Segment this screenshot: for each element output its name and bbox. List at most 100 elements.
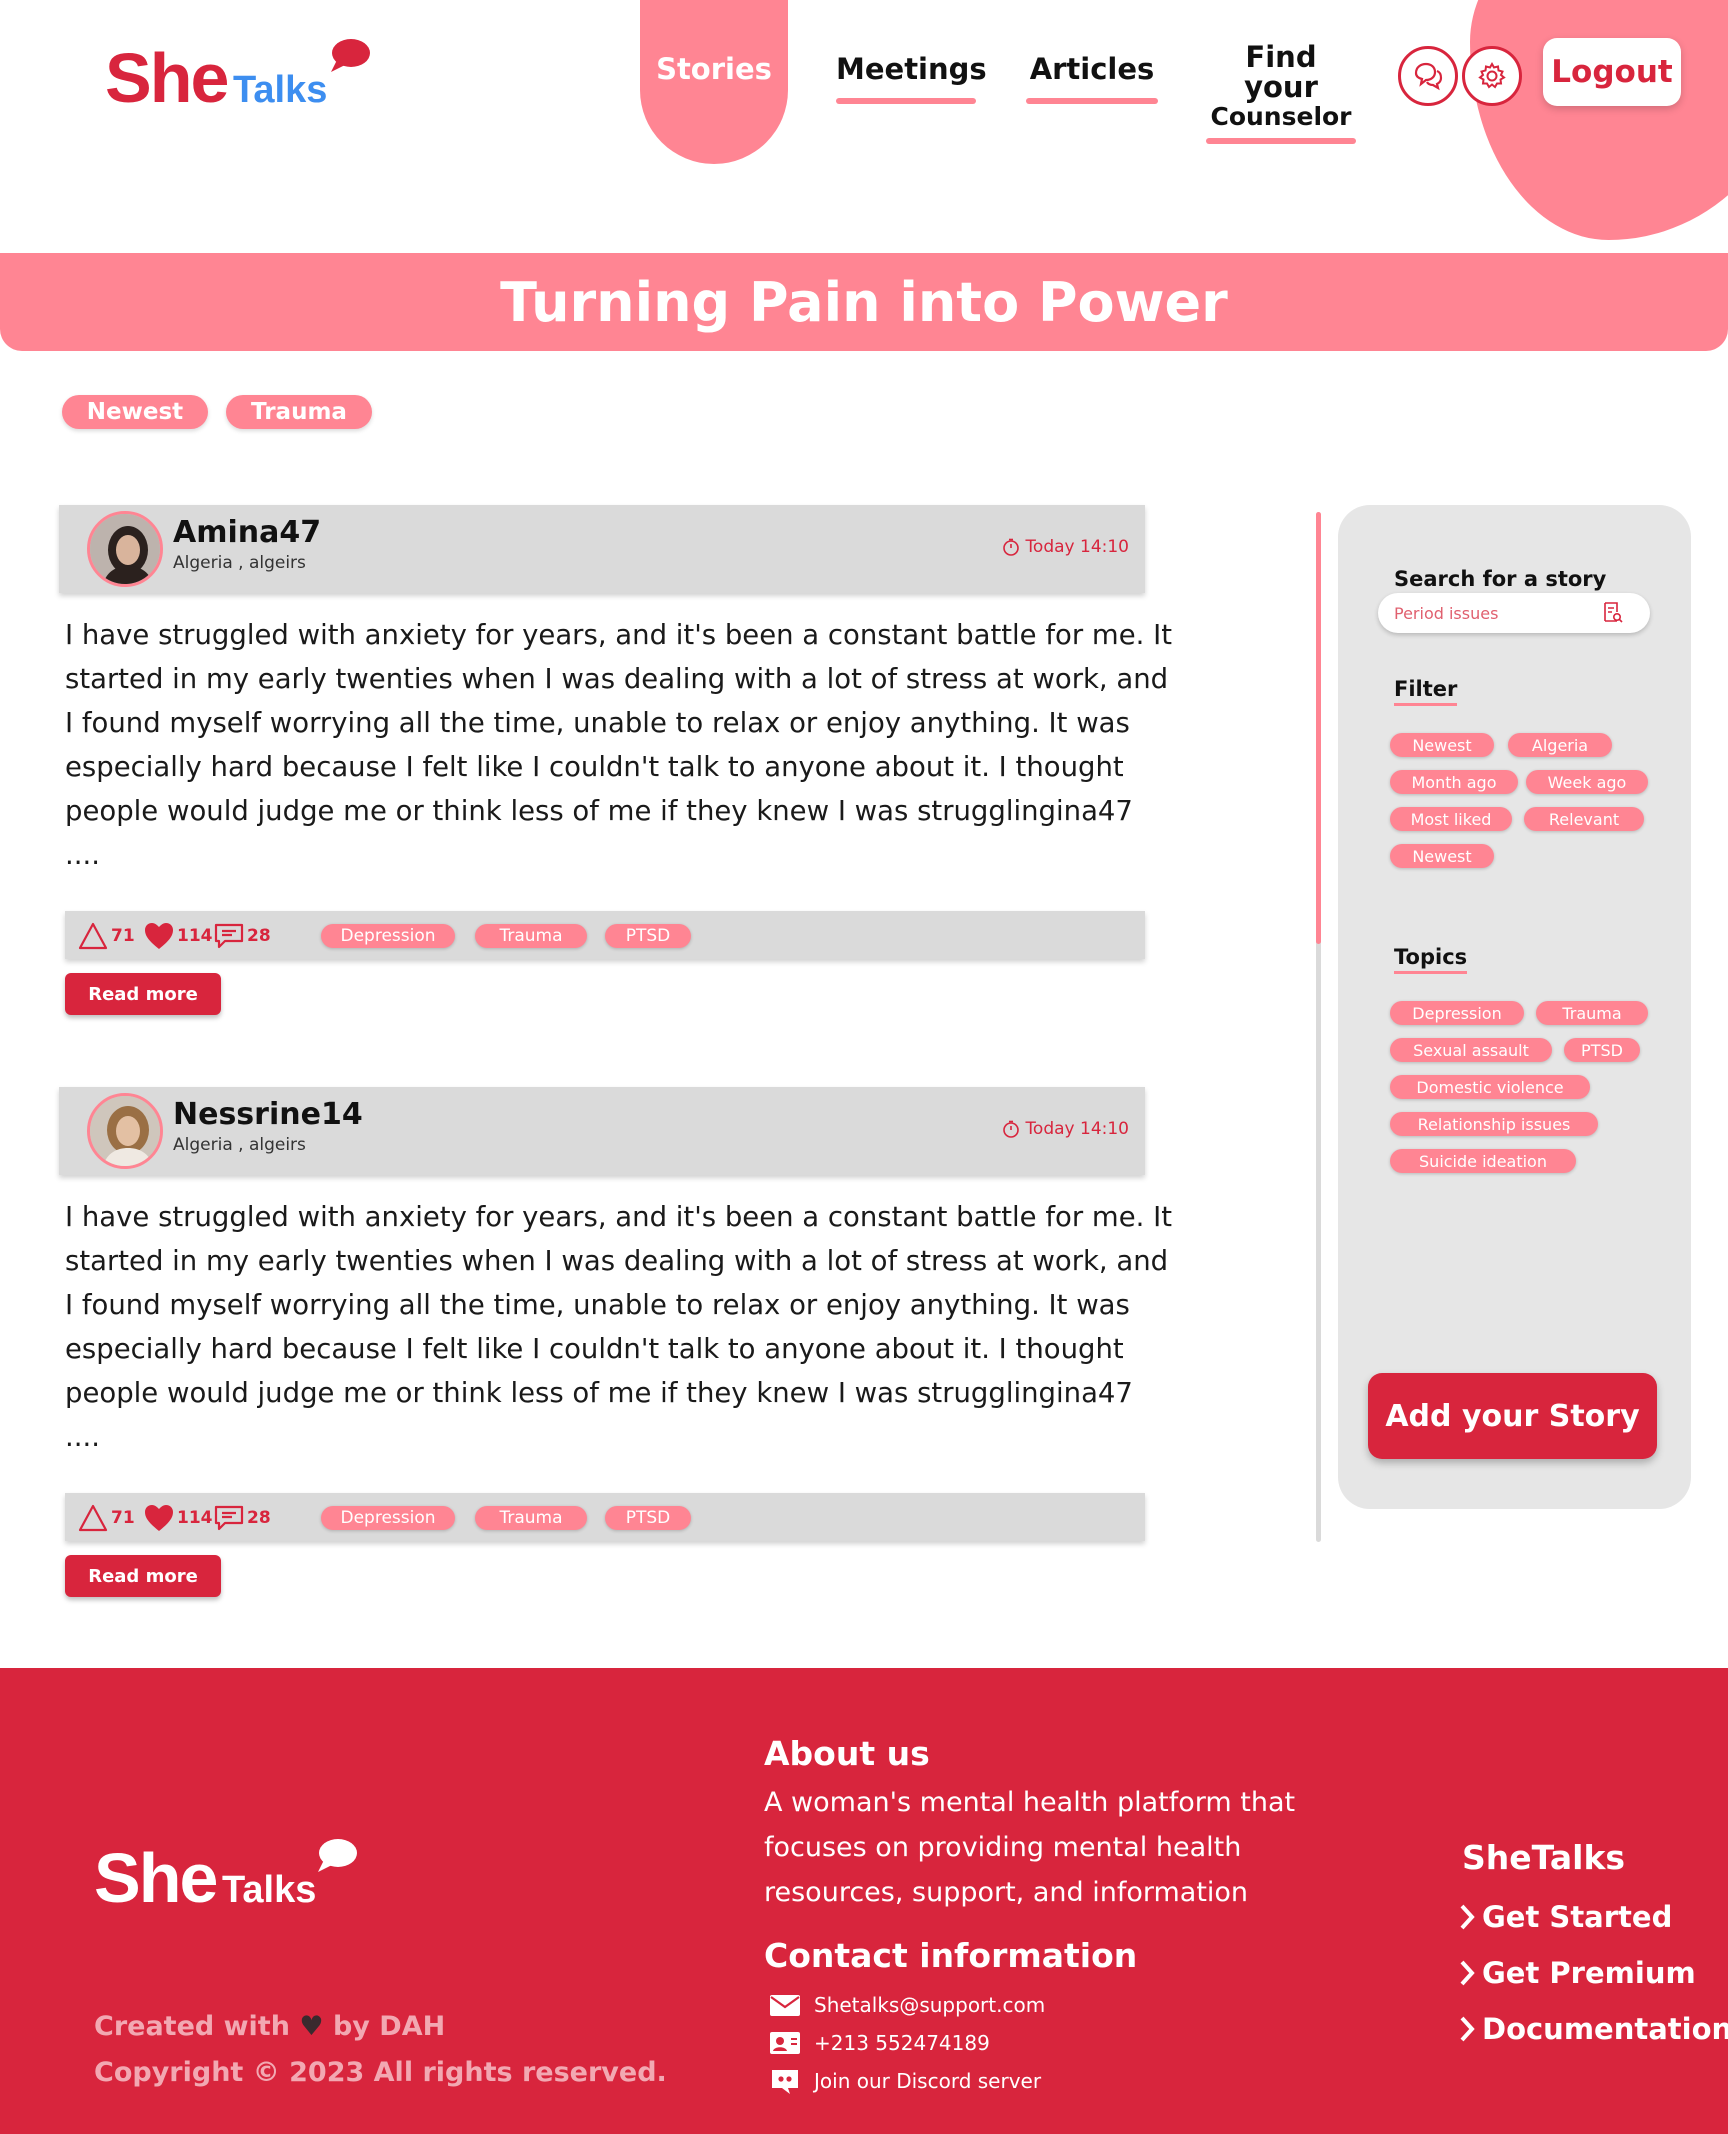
story-location: Algeria , algeirs [173, 553, 306, 573]
logo-talks-text: Talks [233, 69, 328, 111]
about-text: A woman's mental health platform that fo… [764, 1787, 1296, 1908]
story-body: I have struggled with anxiety for years,… [65, 619, 1172, 871]
shetalks-logo[interactable]: She Talks [105, 38, 375, 118]
comments-count: 28 [247, 926, 271, 946]
read-more-button[interactable]: Read more [65, 1555, 221, 1597]
nav-counselor-line1: Find your [1244, 40, 1318, 104]
discord-icon [772, 2070, 798, 2094]
footer-link-label: Documentation [1482, 2012, 1728, 2046]
sidebar-panel: Search for a story Filter Newest Algeria… [1338, 505, 1691, 1509]
footer-link-get-premium[interactable]: Get Premium [1456, 1956, 1696, 1990]
footer-logo[interactable]: She Talks [94, 1838, 374, 1928]
search-input[interactable] [1394, 601, 1604, 625]
support-triangle-icon [78, 922, 108, 950]
topic-pill-depression[interactable]: Depression [1390, 1001, 1524, 1025]
comment-icon [214, 1505, 244, 1531]
filter-pill-algeria[interactable]: Algeria [1508, 733, 1612, 757]
topic-pill-ptsd[interactable]: PTSD [1564, 1038, 1640, 1062]
nav-articles-label: Articles [1029, 52, 1155, 86]
story-tag[interactable]: Depression [321, 924, 455, 948]
likes-stat[interactable]: 114 [143, 921, 213, 951]
contact-phone-text: +213 552474189 [814, 2031, 990, 2055]
likes-count: 114 [177, 1508, 213, 1528]
scrollbar-thumb[interactable] [1316, 512, 1321, 944]
filter-pill-relevant[interactable]: Relevant [1524, 807, 1644, 831]
story-tag[interactable]: PTSD [605, 1506, 691, 1530]
contact-card-icon [770, 2032, 800, 2054]
support-triangle-icon [78, 1504, 108, 1532]
contact-discord[interactable]: Join our Discord server [768, 2066, 1041, 2096]
comments-count: 28 [247, 1508, 271, 1528]
support-stat[interactable]: 71 [77, 921, 135, 951]
nav-stories[interactable]: Stories [640, 52, 788, 86]
mail-icon [770, 1995, 800, 2016]
footer-link-documentation[interactable]: Documentation [1456, 2012, 1728, 2046]
heart-icon: ♥ [299, 2011, 324, 2042]
support-stat[interactable]: 71 [77, 1503, 135, 1533]
created-with-line: Created with ♥ by DAH [94, 2004, 667, 2050]
nav-stories-label: Stories [656, 52, 772, 86]
story-tag[interactable]: Trauma [475, 924, 587, 948]
add-story-button[interactable]: Add your Story [1368, 1373, 1657, 1459]
avatar[interactable] [87, 511, 163, 587]
story-body: I have struggled with anxiety for years,… [65, 1201, 1172, 1453]
search-box[interactable] [1378, 593, 1650, 633]
comment-icon [214, 923, 244, 949]
contact-email-text: Shetalks@support.com [814, 1993, 1046, 2017]
story-tag[interactable]: Trauma [475, 1506, 587, 1530]
about-title: About us [764, 1734, 930, 1773]
topic-pill-domestic-violence[interactable]: Domestic violence [1390, 1075, 1590, 1099]
topics-label: Topics [1394, 945, 1468, 974]
nav-meetings[interactable]: Meetings [836, 52, 987, 104]
nav-underline [1206, 138, 1356, 144]
comments-stat[interactable]: 28 [213, 921, 271, 951]
stories-scrollbar[interactable] [1316, 512, 1321, 1542]
story-header: Nessrine14 Algeria , algeirs Today 14:10 [59, 1087, 1145, 1175]
comments-stat[interactable]: 28 [213, 1503, 271, 1533]
search-document-icon[interactable] [1600, 601, 1624, 625]
story-stats-bar: 71 114 28 Depression Trauma PTSD [65, 911, 1145, 959]
topic-pill-suicide-ideation[interactable]: Suicide ideation [1390, 1149, 1576, 1173]
story-location: Algeria , algeirs [173, 1135, 306, 1155]
logo-she-text: She [105, 39, 229, 117]
decorative-corner-blob [1470, 0, 1728, 240]
nav-articles[interactable]: Articles [1026, 52, 1158, 104]
read-more-button[interactable]: Read more [65, 973, 221, 1015]
footer-credit: Created with ♥ by DAH Copyright © 2023 A… [94, 2004, 667, 2096]
footer-link-label: Get Started [1482, 1900, 1673, 1934]
support-count: 71 [111, 926, 135, 946]
filter-label: Filter [1394, 677, 1458, 706]
chat-button[interactable] [1398, 46, 1458, 106]
nav-find-counselor[interactable]: Find your Counselor [1206, 42, 1356, 144]
avatar-portrait-icon [90, 514, 160, 584]
settings-button[interactable] [1462, 46, 1522, 106]
filter-pill-week-ago[interactable]: Week ago [1526, 770, 1648, 794]
story-tag[interactable]: Depression [321, 1506, 455, 1530]
logout-button[interactable]: Logout [1543, 38, 1681, 106]
nav-underline [1026, 98, 1158, 104]
contact-email[interactable]: Shetalks@support.com [768, 1990, 1045, 2020]
filter-pill-newest[interactable]: Newest [1390, 844, 1494, 868]
chevron-right-icon [1460, 1960, 1475, 1986]
created-with-text: Created with [94, 2011, 290, 2042]
heart-icon [145, 923, 173, 949]
topic-pill-sexual-assault[interactable]: Sexual assault [1390, 1038, 1552, 1062]
story-author[interactable]: Nessrine14 [173, 1097, 363, 1132]
story-author[interactable]: Amina47 [173, 515, 321, 550]
filter-pill-most-liked[interactable]: Most liked [1390, 807, 1512, 831]
contact-phone[interactable]: +213 552474189 [768, 2028, 990, 2058]
topic-pill-trauma[interactable]: Trauma [1536, 1001, 1648, 1025]
footer-link-get-started[interactable]: Get Started [1456, 1900, 1672, 1934]
likes-stat[interactable]: 114 [143, 1503, 213, 1533]
filter-pill-newest[interactable]: Newest [1390, 733, 1494, 757]
active-filter-chip-newest[interactable]: Newest [62, 395, 208, 429]
active-filter-chip-trauma[interactable]: Trauma [226, 395, 372, 429]
filter-pill-month-ago[interactable]: Month ago [1390, 770, 1518, 794]
story-tag[interactable]: PTSD [605, 924, 691, 948]
story-stats-bar: 71 114 28 Depression Trauma PTSD [65, 1493, 1145, 1541]
avatar-portrait-icon [90, 1096, 160, 1166]
support-count: 71 [111, 1508, 135, 1528]
topic-pill-relationship-issues[interactable]: Relationship issues [1390, 1112, 1598, 1136]
story-card: Nessrine14 Algeria , algeirs Today 14:10… [59, 1087, 1172, 1597]
avatar[interactable] [87, 1093, 163, 1169]
